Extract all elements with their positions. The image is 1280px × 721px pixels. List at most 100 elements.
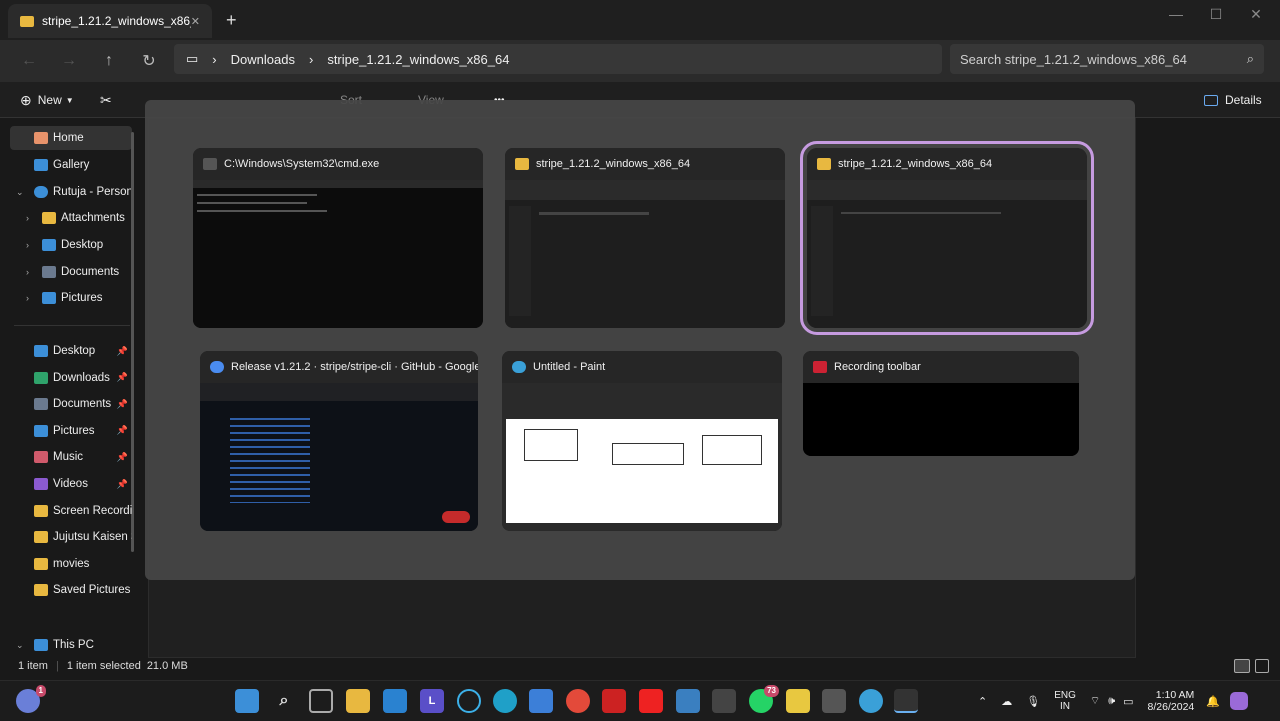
mcafee-icon[interactable] — [602, 689, 626, 713]
paint-taskbar-icon[interactable] — [859, 689, 883, 713]
sidebar-item-this-pc[interactable]: ⌄ This PC — [10, 633, 132, 657]
vscode-icon[interactable] — [383, 689, 407, 713]
chevron-down-icon: ⌄ — [16, 186, 24, 197]
sidebar-item-quick[interactable]: Screen Recording — [10, 499, 132, 523]
sidebar-item-od-pictures[interactable]: › Pictures — [10, 286, 132, 310]
list-view-icon[interactable] — [1234, 659, 1250, 673]
copilot-icon[interactable] — [1229, 692, 1248, 710]
explorer-tab[interactable]: stripe_1.21.2_windows_x86_64 ✕ — [8, 4, 212, 38]
cloud-icon[interactable]: ☁ — [1001, 695, 1012, 708]
sidebar-item-gallery[interactable]: Gallery — [10, 153, 132, 177]
card-title: Recording toolbar — [834, 361, 921, 373]
chevron-up-icon[interactable]: ⌃ — [978, 695, 987, 708]
sidebar-item-quick[interactable]: Jujutsu Kaisen S1 — [10, 525, 132, 549]
details-button[interactable]: Details — [1204, 90, 1262, 110]
sidebar-item-quick[interactable]: Music 📌 — [10, 445, 132, 469]
pin-icon[interactable]: 📌 — [117, 425, 128, 436]
youtube-icon[interactable] — [639, 689, 663, 713]
gallery-icon — [34, 159, 48, 171]
sidebar-item-home[interactable]: Home — [10, 126, 132, 150]
sidebar-item-quick[interactable]: Desktop 📌 — [10, 339, 132, 363]
pin-icon[interactable]: 📌 — [117, 399, 128, 410]
camera-icon[interactable] — [712, 689, 736, 713]
pin-icon[interactable]: 📌 — [117, 479, 128, 490]
breadcrumb-current-folder[interactable]: stripe_1.21.2_windows_x86_64 — [327, 52, 509, 67]
maximize-icon[interactable]: ☐ — [1196, 0, 1236, 28]
cloud-icon — [34, 186, 48, 198]
whatsapp-icon[interactable]: 73 — [749, 685, 779, 713]
breadcrumb[interactable]: ▭ › Downloads › stripe_1.21.2_windows_x8… — [174, 44, 942, 74]
window-card-explorer-1[interactable]: stripe_1.21.2_windows_x86_64 — [505, 148, 785, 328]
notes-icon[interactable] — [786, 689, 810, 713]
store-icon[interactable] — [529, 689, 553, 713]
cmd-icon — [203, 158, 217, 170]
card-header: Release v1.21.2 · stripe/stripe-cli · Gi… — [200, 351, 478, 383]
folder-icon — [34, 504, 48, 517]
new-tab-button[interactable]: + — [226, 10, 237, 31]
cut-icon[interactable]: ✂ — [100, 90, 112, 110]
sidebar-item-quick[interactable]: Videos 📌 — [10, 472, 132, 496]
chrome-taskbar-icon[interactable] — [566, 689, 590, 713]
chevron-right-icon: › — [26, 240, 29, 250]
app-l-icon[interactable]: L — [420, 689, 444, 713]
minimize-icon[interactable]: — — [1156, 0, 1196, 28]
sidebar-item-label: Downloads — [53, 371, 110, 384]
sidebar-item-quick[interactable]: Pictures 📌 — [10, 419, 132, 443]
tiles-view-icon[interactable] — [1255, 659, 1269, 673]
volume-icon[interactable]: 🕪 — [1108, 695, 1115, 708]
notification-badge: 1 — [35, 685, 46, 697]
close-tab-icon[interactable]: ✕ — [191, 15, 200, 28]
close-window-icon[interactable]: ✕ — [1236, 0, 1276, 28]
sidebar-item-label: movies — [53, 557, 90, 570]
sidebar-item-od-desktop[interactable]: › Desktop — [10, 233, 132, 257]
selection-info: 1 item selected — [66, 660, 141, 672]
pin-icon[interactable]: 📌 — [117, 346, 128, 357]
breadcrumb-separator-icon: › — [212, 51, 217, 67]
status-bar: 1 item | 1 item selected 21.0 MB — [0, 655, 1280, 677]
terminal-icon[interactable] — [894, 689, 918, 713]
window-card-recording-toolbar[interactable]: Recording toolbar — [803, 351, 1079, 456]
folder-icon — [34, 478, 48, 490]
up-arrow-icon[interactable]: ↑ — [96, 48, 122, 74]
breadcrumb-downloads[interactable]: Downloads — [231, 52, 295, 67]
sidebar-item-onedrive[interactable]: ⌄ Rutuja - Personal — [10, 180, 132, 204]
folder-icon — [42, 212, 56, 224]
search-input[interactable]: Search stripe_1.21.2_windows_x86_64 ⌕ — [950, 44, 1264, 74]
window-card-chrome[interactable]: Release v1.21.2 · stripe/stripe-cli · Gi… — [200, 351, 478, 531]
notification-bell-icon[interactable]: 🔔 — [1206, 695, 1220, 708]
microphone-icon[interactable]: 🎙 — [1026, 695, 1040, 708]
sidebar-item-quick[interactable]: Saved Pictures — [10, 578, 132, 602]
pin-icon[interactable]: 📌 — [117, 452, 128, 463]
language-indicator[interactable]: ENG IN — [1054, 690, 1076, 712]
sidebar-item-quick[interactable]: Downloads 📌 — [10, 366, 132, 390]
file-explorer-taskbar-icon[interactable] — [346, 689, 370, 713]
cortana-icon[interactable] — [457, 689, 481, 713]
pin-icon[interactable]: 📌 — [117, 372, 128, 383]
weather-widget-icon[interactable]: 1 — [16, 685, 46, 713]
window-card-explorer-2[interactable]: stripe_1.21.2_windows_x86_64 — [800, 141, 1094, 335]
forward-arrow-icon[interactable]: → — [56, 48, 82, 74]
window-card-cmd[interactable]: C:\Windows\System32\cmd.exe — [193, 148, 483, 328]
search-icon[interactable]: ⌕ — [272, 689, 296, 713]
sidebar-item-quick[interactable]: movies — [10, 552, 132, 576]
new-button[interactable]: ⊕ New ▼ — [20, 90, 74, 110]
wifi-icon[interactable]: ⌔ — [1090, 694, 1100, 708]
connect-icon[interactable] — [676, 689, 700, 713]
sidebar-item-od-documents[interactable]: › Documents — [10, 260, 132, 284]
window-card-paint[interactable]: Untitled - Paint — [502, 351, 782, 531]
sidebar-item-attachments[interactable]: › Attachments — [10, 206, 132, 230]
edge-icon[interactable] — [493, 689, 517, 713]
language-code: ENG — [1054, 690, 1076, 701]
selection-size: 21.0 MB — [146, 660, 188, 672]
back-arrow-icon[interactable]: ← — [16, 48, 42, 74]
start-icon[interactable] — [235, 689, 259, 713]
clock[interactable]: 1:10 AM 8/26/2024 — [1148, 689, 1195, 713]
chevron-right-icon: › — [26, 293, 29, 303]
desktop-icon — [42, 239, 56, 251]
snipping-icon[interactable] — [822, 689, 846, 713]
sidebar-item-quick[interactable]: Documents 📌 — [10, 392, 132, 416]
battery-icon[interactable]: ▭ — [1123, 695, 1133, 708]
task-view-icon[interactable] — [309, 689, 333, 713]
refresh-icon[interactable]: ↻ — [136, 48, 162, 74]
card-title: C:\Windows\System32\cmd.exe — [224, 158, 380, 170]
